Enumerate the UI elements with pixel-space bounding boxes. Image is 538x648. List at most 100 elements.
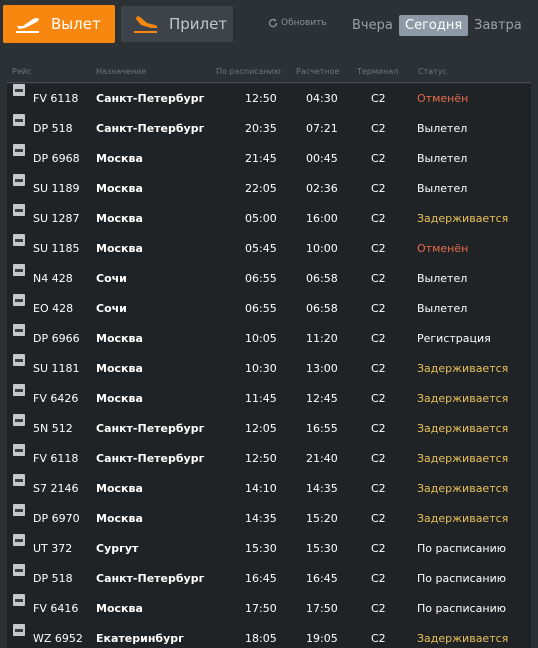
table-row[interactable]: WZ 6952 Екатеринбург 18:05 19:05 C2 Задержива…	[7, 624, 531, 648]
flight-status: По расписанию	[417, 542, 506, 555]
flight-number: FV 6118	[33, 452, 79, 465]
tab-departures[interactable]: Вылет	[3, 5, 115, 43]
table-row[interactable]: SU 1181 Москва 10:30 13:00 C2 Задерживается	[7, 354, 531, 384]
refresh-button[interactable]: Обновить	[268, 18, 327, 28]
terminal: C2	[371, 362, 386, 375]
terminal: C2	[371, 452, 386, 465]
scheduled-time: 16:45	[245, 572, 277, 585]
estimated-time: 02:36	[306, 182, 338, 195]
flight-number: FV 6426	[33, 392, 79, 405]
table-row[interactable]: DP 6970 Москва 14:35 15:20 C2 Задерживается	[7, 504, 531, 534]
airline-logo-icon	[13, 144, 25, 156]
scheduled-time: 12:05	[245, 422, 277, 435]
destination: Москва	[96, 242, 143, 255]
airline-logo-mark	[15, 508, 23, 512]
airline-logo-icon	[13, 444, 25, 456]
table-row[interactable]: DP 6968 Москва 21:45 00:45 C2 Вылетел	[7, 144, 531, 174]
estimated-time: 04:30	[306, 92, 338, 105]
estimated-time: 15:20	[306, 512, 338, 525]
airline-logo-icon	[13, 204, 25, 216]
estimated-time: 16:55	[306, 422, 338, 435]
table-row[interactable]: UT 372 Сургут 15:30 15:30 C2 По расписанию	[7, 534, 531, 564]
scheduled-time: 12:50	[245, 452, 277, 465]
plane-takeoff-icon	[15, 14, 41, 34]
airline-logo-mark	[15, 388, 23, 392]
airline-logo-mark	[15, 568, 23, 572]
destination: Москва	[96, 332, 143, 345]
table-row[interactable]: SU 1287 Москва 05:00 16:00 C2 Задерживается	[7, 204, 531, 234]
table-row[interactable]: FV 6426 Москва 11:45 12:45 C2 Задерживается	[7, 384, 531, 414]
flight-number: DP 6968	[33, 152, 80, 165]
table-row[interactable]: 5N 512 Санкт-Петербург 12:05 16:55 C2 Задержи…	[7, 414, 531, 444]
flight-status: Регистрация	[417, 332, 491, 345]
table-row[interactable]: SU 1185 Москва 05:45 10:00 C2 Отменён	[7, 234, 531, 264]
flight-number: WZ 6952	[33, 632, 83, 645]
tab-arrivals-label: Прилет	[169, 15, 228, 33]
refresh-icon	[268, 18, 278, 28]
estimated-time: 06:58	[306, 272, 338, 285]
flight-number: FV 6416	[33, 602, 79, 615]
airline-logo-icon	[13, 564, 25, 576]
day-yesterday[interactable]: Вчера	[346, 15, 399, 36]
flight-status: Вылетел	[417, 302, 468, 315]
flight-number: DP 518	[33, 572, 73, 585]
destination: Санкт-Петербург	[96, 92, 205, 105]
flight-status: Вылетел	[417, 122, 468, 135]
scheduled-time: 06:55	[245, 302, 277, 315]
table-row[interactable]: DP 6966 Москва 10:05 11:20 C2 Регистрация	[7, 324, 531, 354]
day-tomorrow[interactable]: Завтра	[468, 15, 528, 36]
table-row[interactable]: S7 2146 Москва 14:10 14:35 C2 Задерживается	[7, 474, 531, 504]
airline-logo-mark	[15, 268, 23, 272]
table-row[interactable]: SU 1189 Москва 22:05 02:36 C2 Вылетел	[7, 174, 531, 204]
terminal: C2	[371, 272, 386, 285]
airline-logo-mark	[15, 88, 23, 92]
terminal: C2	[371, 182, 386, 195]
flight-status: Вылетел	[417, 182, 468, 195]
airline-logo-icon	[13, 264, 25, 276]
destination: Санкт-Петербург	[96, 422, 205, 435]
terminal: C2	[371, 482, 386, 495]
terminal: C2	[371, 332, 386, 345]
destination: Москва	[96, 152, 143, 165]
flight-number: SU 1189	[33, 182, 80, 195]
airline-logo-icon	[13, 84, 25, 96]
estimated-time: 00:45	[306, 152, 338, 165]
flight-number: SU 1181	[33, 362, 80, 375]
airline-logo-mark	[15, 298, 23, 302]
table-header: Рейс Назначение По расписанию Расчетное …	[0, 62, 538, 82]
flight-status: Отменён	[417, 242, 469, 255]
airline-logo-mark	[15, 598, 23, 602]
flight-number: DP 518	[33, 122, 73, 135]
scheduled-time: 21:45	[245, 152, 277, 165]
table-row[interactable]: N4 428 Сочи 06:55 06:58 C2 Вылетел	[7, 264, 531, 294]
terminal: C2	[371, 572, 386, 585]
table-row[interactable]: FV 6416 Москва 17:50 17:50 C2 По расписанию	[7, 594, 531, 624]
destination: Москва	[96, 392, 143, 405]
flight-number: DP 6966	[33, 332, 80, 345]
flight-status: Задерживается	[417, 362, 509, 375]
col-header-destination: Назначение	[96, 67, 147, 76]
table-row[interactable]: DP 518 Санкт-Петербург 20:35 07:21 C2 Вылетел	[7, 114, 531, 144]
day-today[interactable]: Сегодня	[399, 15, 469, 36]
table-row[interactable]: FV 6118 Санкт-Петербург 12:50 04:30 C2 Отменё…	[7, 84, 531, 114]
airline-logo-mark	[15, 328, 23, 332]
estimated-time: 16:45	[306, 572, 338, 585]
destination: Москва	[96, 362, 143, 375]
table-row[interactable]: EO 428 Сочи 06:55 06:58 C2 Вылетел	[7, 294, 531, 324]
estimated-time: 06:58	[306, 302, 338, 315]
flight-status: Вылетел	[417, 272, 468, 285]
flight-status: Отменён	[417, 92, 469, 105]
flight-status: По расписанию	[417, 602, 506, 615]
terminal: C2	[371, 212, 386, 225]
table-row[interactable]: DP 518 Санкт-Петербург 16:45 16:45 C2 По расп…	[7, 564, 531, 594]
terminal: C2	[371, 152, 386, 165]
terminal: C2	[371, 542, 386, 555]
scheduled-time: 11:45	[245, 392, 277, 405]
scheduled-time: 05:45	[245, 242, 277, 255]
destination: Москва	[96, 212, 143, 225]
scheduled-time: 14:35	[245, 512, 277, 525]
destination: Санкт-Петербург	[96, 122, 205, 135]
tab-arrivals[interactable]: Прилет	[121, 6, 233, 42]
table-row[interactable]: FV 6118 Санкт-Петербург 12:50 21:40 C2 Задерж…	[7, 444, 531, 474]
flight-number: EO 428	[33, 302, 74, 315]
